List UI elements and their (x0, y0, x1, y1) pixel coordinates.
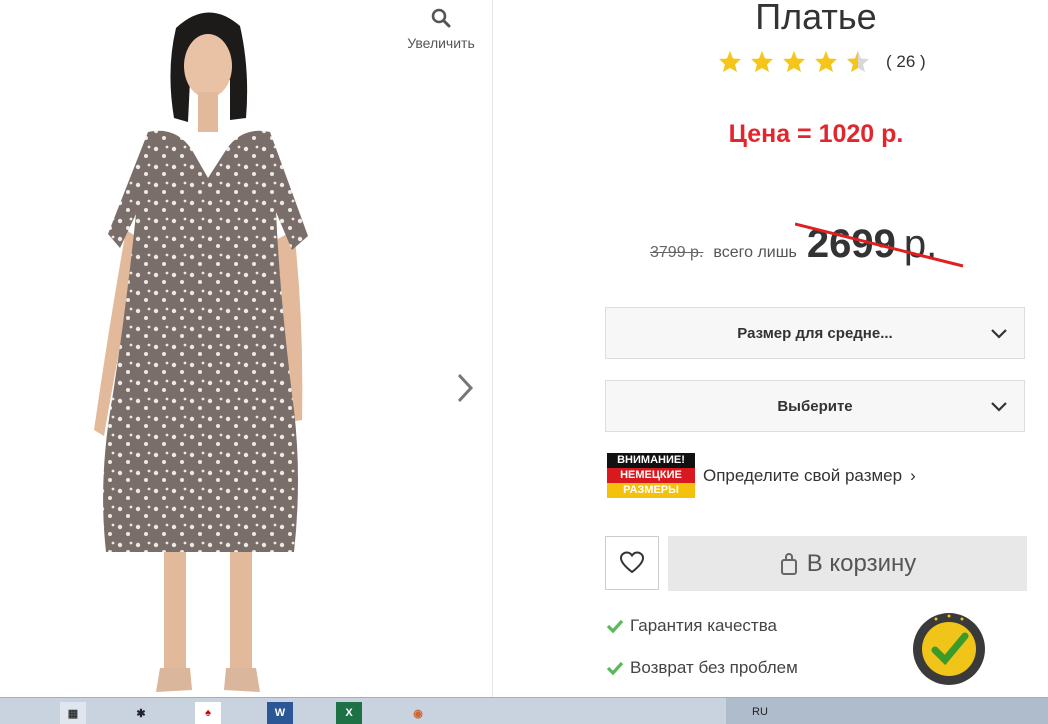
star-icon (751, 51, 773, 72)
chevron-right-icon (457, 373, 474, 403)
zoom-label: Увеличить (407, 35, 475, 51)
badge-line: ВНИМАНИЕ! (607, 453, 695, 468)
feature-return: Возврат без проблем (606, 658, 798, 678)
size-guide-text: Определите свой размер (703, 465, 903, 485)
check-icon (606, 661, 624, 676)
size-type-value: Размер для средне... (737, 324, 893, 342)
star-icon (719, 51, 741, 72)
star-icon (783, 51, 805, 72)
solitaire-icon[interactable]: ♠ (195, 702, 221, 724)
language-indicator[interactable]: RU (752, 706, 768, 718)
rating-count: ( 26 ) (886, 51, 926, 71)
price-note: всего лишь (713, 244, 797, 261)
spider-solitaire-icon[interactable]: ✱ (128, 702, 154, 724)
current-price: 2699 р. (794, 222, 964, 268)
magnifier-icon (431, 8, 451, 28)
current-price-currency: р. (903, 222, 938, 266)
chevron-right-icon: › (910, 465, 916, 485)
next-image-button[interactable] (454, 372, 476, 409)
os-taskbar: ▦ ✱ ♠ W X ◉ RU (0, 697, 1048, 724)
badge-line: РАЗМЕРЫ (607, 483, 695, 498)
cart-bag-icon (780, 552, 797, 575)
word-icon[interactable]: W (267, 702, 293, 724)
chevron-down-icon (991, 329, 1007, 339)
excel-icon[interactable]: X (336, 702, 362, 724)
star-half-icon (847, 51, 869, 72)
product-gallery: Увеличить (0, 0, 492, 697)
check-icon (606, 619, 624, 634)
feature-label: Возврат без проблем (630, 658, 798, 677)
chevron-down-icon (991, 402, 1007, 412)
promo-price: Цена = 1020 р. (728, 120, 904, 148)
german-sizes-badge: ВНИМАНИЕ! НЕМЕЦКИЕ РАЗМЕРЫ (607, 453, 695, 498)
column-divider (492, 0, 493, 697)
size-select[interactable]: Выберите (605, 380, 1025, 432)
product-image[interactable] (80, 0, 320, 697)
system-tray (726, 698, 1048, 724)
feature-label: Гарантия качества (630, 616, 777, 635)
size-value: Выберите (777, 397, 853, 415)
product-title: Платье (755, 0, 877, 37)
wishlist-button[interactable] (605, 536, 659, 590)
add-to-cart-button[interactable]: В корзину (668, 536, 1027, 591)
size-type-select[interactable]: Размер для средне... (605, 307, 1025, 359)
paint-icon[interactable]: ◉ (405, 702, 431, 724)
calculator-icon[interactable]: ▦ (60, 702, 86, 724)
add-to-cart-label: В корзину (806, 549, 917, 577)
zoom-button[interactable]: Увеличить (398, 8, 484, 51)
current-price-value: 2699 (806, 222, 896, 266)
product-rating[interactable]: ( 26 ) (718, 50, 926, 73)
badge-line: НЕМЕЦКИЕ (607, 468, 695, 483)
size-guide-link[interactable]: ВНИМАНИЕ! НЕМЕЦКИЕ РАЗМЕРЫ Определите св… (607, 453, 916, 498)
heart-icon (619, 551, 645, 574)
star-icon (815, 51, 837, 72)
price-row: 3799 р. всего лишь 2699 р. (650, 222, 964, 268)
old-price: 3799 р. (650, 244, 704, 261)
feature-quality: Гарантия качества (606, 616, 777, 636)
rating-stars (718, 50, 870, 73)
quality-seal-badge (913, 613, 985, 685)
